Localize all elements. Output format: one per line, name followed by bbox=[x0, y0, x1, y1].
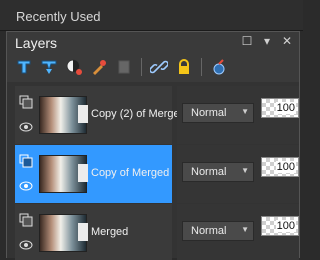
layer-info[interactable]: Copy of Merged bbox=[15, 145, 172, 203]
layer-group-icon[interactable] bbox=[19, 95, 33, 109]
layer-row[interactable]: Merged Normal ▼ 100 bbox=[7, 204, 299, 260]
opacity-field[interactable]: 100 bbox=[261, 216, 299, 236]
eye-icon[interactable] bbox=[19, 120, 33, 134]
recently-used-title: Recently Used bbox=[16, 9, 101, 24]
eye-icon[interactable] bbox=[19, 238, 33, 252]
layers-panel: Layers ☐ ▾ ✕ Copy (2) of Merged Normal ▼… bbox=[6, 31, 300, 260]
opacity-field[interactable]: 100 bbox=[261, 98, 299, 118]
lock-transparency-icon[interactable] bbox=[173, 56, 195, 78]
close-icon[interactable]: ✕ bbox=[281, 34, 293, 48]
eye-icon[interactable] bbox=[19, 179, 33, 193]
layer-row[interactable]: Copy (2) of Merged Normal ▼ 100 bbox=[7, 86, 299, 144]
new-mask-layer-icon[interactable] bbox=[88, 56, 110, 78]
new-adjustment-layer-icon[interactable] bbox=[63, 56, 85, 78]
blend-mode-select[interactable]: Normal ▼ bbox=[182, 162, 254, 182]
layer-properties-icon[interactable] bbox=[208, 56, 230, 78]
maximize-icon[interactable]: ☐ bbox=[241, 34, 253, 48]
new-raster-layer-icon[interactable] bbox=[13, 56, 35, 78]
link-layers-icon[interactable] bbox=[148, 56, 170, 78]
chevron-down-icon: ▼ bbox=[241, 107, 249, 116]
blend-mode-label: Normal bbox=[191, 225, 227, 237]
toolbar-separator bbox=[201, 58, 202, 76]
layer-controls: Normal ▼ 100 bbox=[177, 86, 299, 144]
opacity-value: 100 bbox=[275, 220, 296, 232]
opacity-field[interactable]: 100 bbox=[261, 157, 299, 177]
layer-name: Merged bbox=[91, 226, 129, 238]
layer-row-selected[interactable]: Copy of Merged Normal ▼ 100 bbox=[7, 145, 299, 203]
chevron-down-icon: ▼ bbox=[241, 225, 249, 234]
layer-thumbnail bbox=[39, 214, 88, 252]
panel-title: Layers bbox=[15, 35, 58, 51]
window-controls: ☐ ▾ ✕ bbox=[241, 34, 293, 48]
blend-mode-label: Normal bbox=[191, 107, 227, 119]
chevron-down-icon: ▼ bbox=[241, 166, 249, 175]
blend-mode-label: Normal bbox=[191, 166, 227, 178]
blend-mode-select[interactable]: Normal ▼ bbox=[182, 103, 254, 123]
layers-toolbar bbox=[7, 53, 299, 81]
opacity-value: 100 bbox=[275, 102, 296, 114]
new-vector-layer-icon[interactable] bbox=[38, 56, 60, 78]
layer-thumbnail bbox=[39, 96, 88, 134]
toolbar-separator bbox=[141, 58, 142, 76]
recently-used-bar[interactable]: Recently Used bbox=[0, 0, 303, 31]
layer-list: Copy (2) of Merged Normal ▼ 100 Copy of M… bbox=[7, 82, 299, 260]
layer-controls: Normal ▼ 100 bbox=[177, 204, 299, 260]
layer-name: Copy (2) of Merged bbox=[91, 108, 186, 120]
layer-group-icon[interactable] bbox=[19, 154, 33, 168]
pin-icon[interactable]: ▾ bbox=[261, 34, 273, 48]
layer-group-icon[interactable] bbox=[19, 213, 33, 227]
layer-info[interactable]: Copy (2) of Merged bbox=[15, 86, 186, 144]
layer-thumbnail bbox=[39, 155, 88, 193]
layer-controls: Normal ▼ 100 bbox=[177, 145, 299, 203]
layer-name: Copy of Merged bbox=[91, 167, 170, 179]
layer-info[interactable]: Merged bbox=[15, 204, 172, 260]
opacity-value: 100 bbox=[275, 161, 296, 173]
delete-layer-icon[interactable] bbox=[113, 56, 135, 78]
blend-mode-select[interactable]: Normal ▼ bbox=[182, 221, 254, 241]
